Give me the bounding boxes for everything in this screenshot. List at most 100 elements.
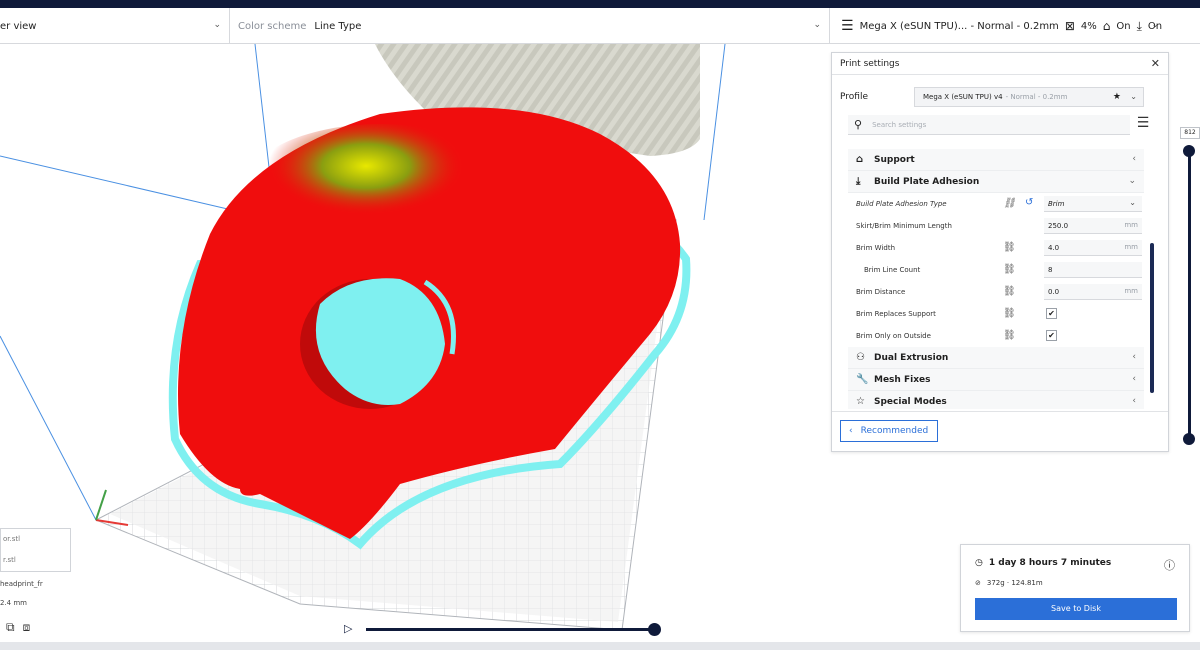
brim-distance-input[interactable]: 0.0 mm [1044,284,1142,300]
view-type-dropdown[interactable]: er view ⌄ [0,8,230,44]
material-value: 372g · 124.81m [986,579,1043,587]
category-label: Support [874,154,915,165]
setting-label: Brim Replaces Support [856,310,936,318]
color-scheme-dropdown[interactable]: Color scheme Line Type ⌄ [230,8,830,44]
settings-scrollbar[interactable] [1150,243,1154,393]
layer-number-field[interactable]: 812 [1180,127,1200,139]
skirt-brim-min-length-input[interactable]: 250.0 mm [1044,218,1142,234]
object-list-item[interactable]: or.stl [1,529,70,550]
profile-name: Mega X (eSUN TPU) v4 [923,93,1003,101]
spool-icon: ⊘ [975,579,981,587]
window-bottom-strip [0,642,1200,650]
chevron-down-icon: ⌄ [1129,198,1136,207]
brim-width-input[interactable]: 4.0 mm [1044,240,1142,256]
chevron-down-icon: ⌄ [1151,20,1159,30]
simulation-slider-handle[interactable] [648,623,661,636]
brim-only-outside-checkbox[interactable]: ✔ [1046,330,1057,341]
support-icon: ⌂ [1102,19,1111,33]
reset-icon[interactable]: ↺ [1025,197,1033,208]
recommended-button[interactable]: ‹ Recommended [840,420,938,442]
link-icon[interactable]: ⛓ [1003,242,1016,253]
setting-value: 4.0 [1048,243,1060,252]
profile-dropdown[interactable]: Mega X (eSUN TPU) v4 - Normal - 0.2mm ★ … [914,87,1144,107]
top-surface-highlight [240,124,520,264]
window-top-strip [0,0,1200,8]
top-bar: er view ⌄ Color scheme Line Type ⌄ ☰ Meg… [0,8,1200,44]
search-icon: ⚲ [854,118,863,131]
simulation-slider-track[interactable] [366,628,654,631]
view-type-label: er view [0,20,37,32]
setting-label: Brim Only on Outside [856,332,931,340]
material-estimate: ⊘ 372g · 124.81m [975,579,1043,587]
category-label: Special Modes [874,396,947,407]
star-icon[interactable]: ★ [1113,92,1121,102]
setting-unit: mm [1124,287,1138,295]
category-mesh-fixes[interactable]: 🔧 Mesh Fixes ‹ [848,369,1144,391]
adhesion-icon: ⤓ [856,176,861,187]
chevron-left-icon: ‹ [1132,396,1136,406]
chevron-left-icon: ‹ [1132,374,1136,384]
print-settings-panel: Print settings ✕ Profile Mega X (eSUN TP… [831,52,1169,452]
setting-unit: mm [1124,221,1138,229]
info-icon[interactable]: ⓘ [1164,557,1175,573]
link-icon[interactable]: ⛓ [1003,330,1016,341]
object-list-item[interactable]: r.stl [1,550,70,571]
link-icon[interactable]: ⛓ [1003,308,1016,319]
chevron-down-icon: ⌄ [1130,92,1137,101]
printer-profile-label: Mega X (eSUN TPU)... - Normal - 0.2mm [859,20,1059,32]
layer-slider-track[interactable] [1188,150,1191,440]
setting-label: Skirt/Brim Minimum Length [856,222,952,230]
setting-brim-replaces-support: Brim Replaces Support ⛓ ✔ [848,303,1144,325]
chevron-down-icon: ⌄ [813,20,821,30]
search-placeholder: Search settings [872,120,927,129]
setting-label: Brim Width [856,244,896,252]
dual-extrusion-icon: ⚇ [856,352,865,363]
adhesion-type-select[interactable]: Brim ⌄ [1044,196,1142,212]
support-icon: ⌂ [856,154,864,165]
setting-value: 8 [1048,265,1053,274]
cube-side-icon[interactable]: ⧈ [23,620,31,635]
setting-value: 250.0 [1048,221,1069,230]
infill-icon: ⊠ [1064,19,1075,33]
link-icon[interactable]: ⛓ [1003,286,1016,297]
settings-list: ⌂ Support ‹ ⤓ Build Plate Adhesion ⌄ Bui… [848,149,1144,409]
color-scheme-label: Color scheme [238,20,307,32]
close-icon[interactable]: ✕ [1151,57,1160,70]
panel-header: Print settings ✕ [832,53,1168,75]
object-list: or.stl r.stl [0,528,71,572]
chevron-left-icon: ‹ [1132,352,1136,362]
setting-label: Brim Distance [856,288,906,296]
category-build-plate-adhesion[interactable]: ⤓ Build Plate Adhesion ⌄ [848,171,1144,193]
chevron-down-icon: ⌄ [1128,176,1136,186]
print-setup-selector[interactable]: ☰ Mega X (eSUN TPU)... - Normal - 0.2mm … [831,8,1169,44]
brim-line-count-input[interactable]: 8 [1044,262,1142,278]
setting-skirt-brim-min-length: Skirt/Brim Minimum Length 250.0 mm [848,215,1144,237]
category-dual-extrusion[interactable]: ⚇ Dual Extrusion ‹ [848,347,1144,369]
search-settings-input[interactable]: ⚲ Search settings [848,115,1130,135]
setting-brim-distance: Brim Distance ⛓ 0.0 mm [848,281,1144,303]
layer-slider-lower-handle[interactable] [1183,433,1195,445]
category-label: Dual Extrusion [874,352,949,363]
category-support[interactable]: ⌂ Support ‹ [848,149,1144,171]
layer-slider-upper-handle[interactable] [1183,145,1195,157]
link-icon[interactable]: ⛓ [1003,264,1016,275]
settings-menu-icon[interactable]: ☰ [1134,115,1152,133]
setting-value: 0.0 [1048,287,1060,296]
setting-label: Brim Line Count [864,266,921,274]
object-view-buttons: ⧉ ⧈ [6,620,30,635]
setting-brim-only-outside: Brim Only on Outside ⛓ ✔ [848,325,1144,347]
category-special-modes[interactable]: ☆ Special Modes ‹ [848,391,1144,409]
category-label: Build Plate Adhesion [874,176,980,187]
panel-footer: ‹ Recommended [832,411,1168,451]
star-icon: ☆ [856,396,865,407]
setting-value: Brim [1048,199,1065,208]
cube-front-icon[interactable]: ⧉ [6,620,15,635]
play-icon[interactable]: ▷ [344,622,352,635]
save-to-disk-button[interactable]: Save to Disk [975,598,1177,620]
color-scheme-value: Line Type [314,20,362,32]
infill-value: 4% [1080,20,1097,32]
link-icon[interactable]: ⛓ [1003,198,1016,209]
profile-quality: - Normal - 0.2mm [1005,93,1068,101]
profile-label: Profile [840,92,868,102]
brim-replaces-support-checkbox[interactable]: ✔ [1046,308,1057,319]
